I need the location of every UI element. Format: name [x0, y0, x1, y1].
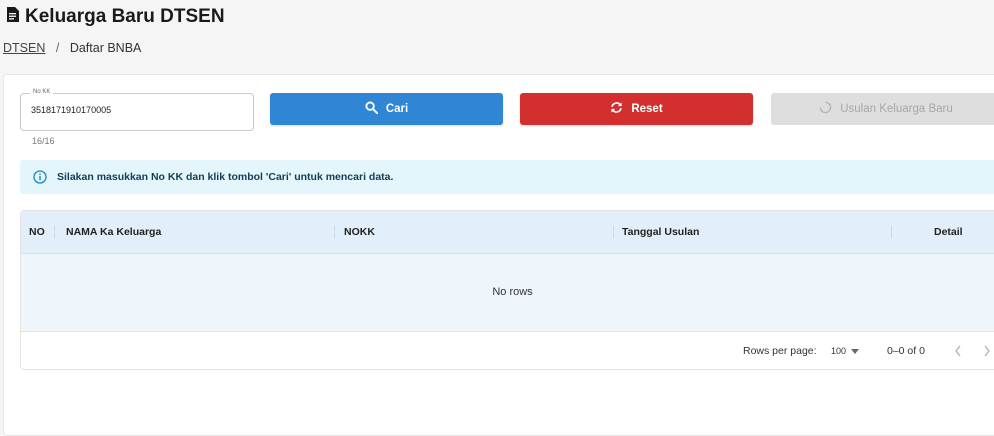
rows-per-page-label: Rows per page: [743, 345, 817, 357]
column-header-tanggal-usulan[interactable]: Tanggal Usulan [622, 226, 699, 238]
column-header-detail[interactable]: Detail [934, 226, 963, 238]
document-icon [6, 6, 19, 28]
rows-per-page-select[interactable]: 100 [831, 346, 860, 356]
reset-button[interactable]: Reset [520, 93, 753, 125]
nokk-field[interactable]: No KK [20, 89, 254, 131]
character-counter: 16/16 [32, 136, 55, 146]
breadcrumb-link-dtsen[interactable]: DTSEN [3, 41, 45, 55]
breadcrumb-current: Daftar BNBA [69, 41, 142, 55]
grid-footer: Rows per page: 100 0–0 of 0 [21, 332, 994, 369]
no-rows-message: No rows [492, 286, 533, 298]
column-separator[interactable] [613, 226, 614, 238]
info-icon [33, 170, 47, 184]
column-separator[interactable] [891, 226, 892, 238]
next-page-button[interactable] [983, 344, 994, 358]
cari-button[interactable]: Cari [270, 93, 503, 125]
grid-body: No rows [21, 254, 994, 332]
page-title-text: Keluarga Baru DTSEN [25, 6, 225, 27]
pagination-range: 0–0 of 0 [887, 345, 925, 357]
column-separator[interactable] [334, 226, 335, 238]
info-alert: Silakan masukkan No KK dan klik tombol '… [20, 160, 994, 194]
column-header-no[interactable]: NO [29, 226, 45, 238]
usulan-keluarga-baru-button[interactable]: Usulan Keluarga Baru [771, 93, 994, 125]
nokk-field-label: No KK [30, 89, 54, 95]
nokk-input[interactable] [31, 105, 241, 115]
previous-page-button[interactable] [954, 344, 966, 358]
loading-spinner-icon [819, 101, 832, 117]
dropdown-arrow-icon [851, 346, 860, 356]
data-grid: NO NAMA Ka Keluarga NOKK Tanggal Usulan … [20, 210, 994, 370]
page-title: Keluarga Baru DTSEN [6, 6, 225, 28]
column-header-nokk[interactable]: NOKK [344, 226, 375, 238]
breadcrumb-separator: / [55, 41, 60, 55]
column-separator[interactable] [54, 226, 55, 238]
usulan-button-label: Usulan Keluarga Baru [840, 103, 953, 115]
reset-button-label: Reset [631, 103, 663, 115]
breadcrumb: DTSEN / Daftar BNBA [3, 41, 141, 55]
rows-per-page-value: 100 [831, 346, 847, 356]
refresh-icon [610, 101, 623, 117]
column-header-nama[interactable]: NAMA Ka Keluarga [66, 226, 161, 238]
cari-button-label: Cari [385, 103, 409, 115]
search-icon [365, 101, 378, 117]
alert-message: Silakan masukkan No KK dan klik tombol '… [57, 171, 394, 183]
grid-header: NO NAMA Ka Keluarga NOKK Tanggal Usulan … [21, 211, 994, 254]
